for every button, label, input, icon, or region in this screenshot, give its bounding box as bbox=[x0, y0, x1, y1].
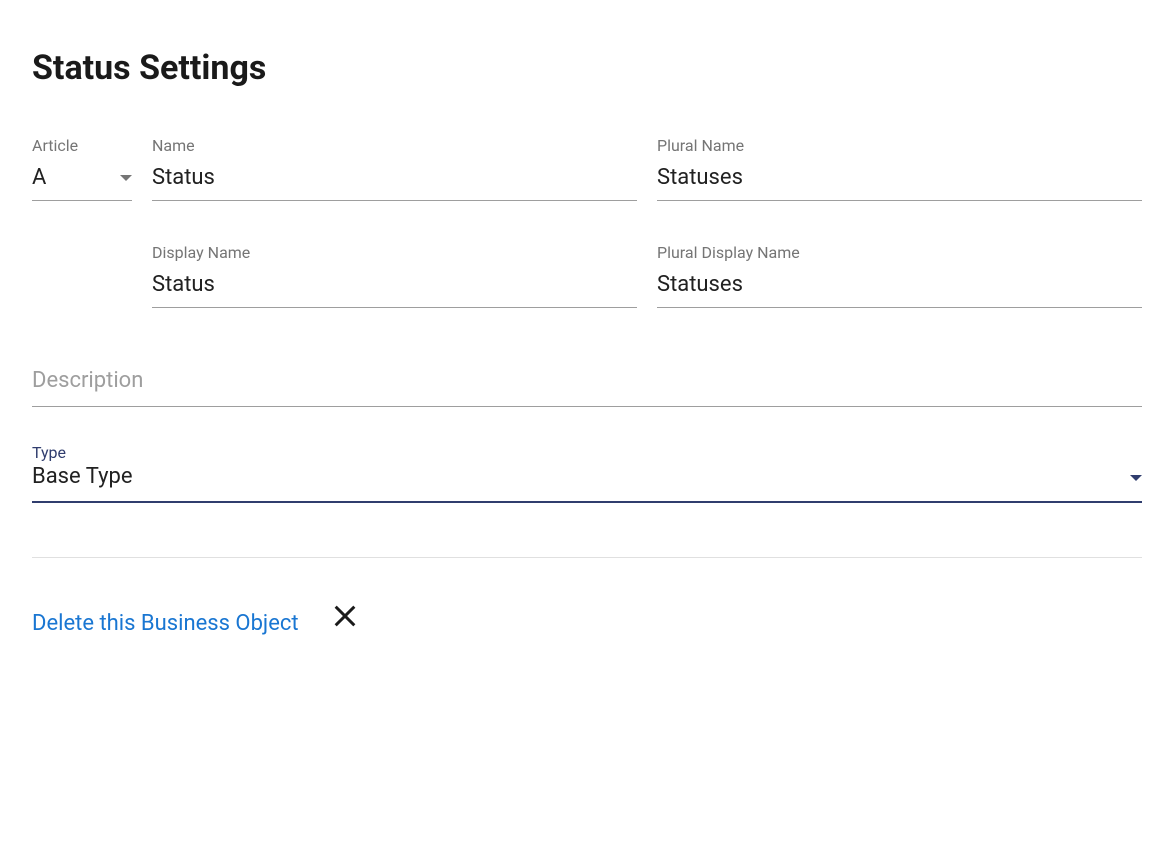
close-icon bbox=[331, 602, 359, 630]
display-name-input-wrap[interactable]: Status bbox=[152, 270, 637, 308]
article-value: A bbox=[32, 163, 120, 194]
description-field: Description bbox=[32, 366, 1142, 408]
plural-name-field: Plural Name Statuses bbox=[657, 136, 1142, 201]
article-select[interactable]: A bbox=[32, 163, 132, 201]
name-field: Name Status bbox=[152, 136, 637, 201]
name-input-wrap[interactable]: Status bbox=[152, 163, 637, 201]
plural-name-input: Statuses bbox=[657, 165, 743, 190]
article-field: Article A bbox=[32, 136, 132, 201]
divider bbox=[32, 557, 1142, 558]
page-title: Status Settings bbox=[32, 48, 1142, 88]
article-label: Article bbox=[32, 136, 132, 155]
chevron-down-icon bbox=[120, 175, 132, 181]
description-placeholder: Description bbox=[32, 368, 143, 393]
close-button[interactable] bbox=[331, 602, 359, 634]
delete-business-object-link[interactable]: Delete this Business Object bbox=[32, 611, 299, 636]
display-name-field: Display Name Status bbox=[152, 243, 637, 308]
plural-display-name-input-wrap[interactable]: Statuses bbox=[657, 270, 1142, 308]
type-label: Type bbox=[32, 443, 66, 462]
plural-name-label: Plural Name bbox=[657, 136, 1142, 155]
plural-name-input-wrap[interactable]: Statuses bbox=[657, 163, 1142, 201]
field-spacer bbox=[32, 243, 132, 308]
plural-display-name-label: Plural Display Name bbox=[657, 243, 1142, 262]
name-label: Name bbox=[152, 136, 637, 155]
type-value: Base Type bbox=[32, 462, 1130, 493]
chevron-down-icon bbox=[1130, 475, 1142, 481]
display-name-label: Display Name bbox=[152, 243, 637, 262]
type-select[interactable]: Base Type bbox=[32, 462, 1142, 503]
display-name-input: Status bbox=[152, 272, 215, 297]
name-input: Status bbox=[152, 165, 215, 190]
type-field: Type Base Type bbox=[32, 443, 1142, 503]
plural-display-name-input: Statuses bbox=[657, 272, 743, 297]
plural-display-name-field: Plural Display Name Statuses bbox=[657, 243, 1142, 308]
description-input-wrap[interactable]: Description bbox=[32, 366, 1142, 408]
